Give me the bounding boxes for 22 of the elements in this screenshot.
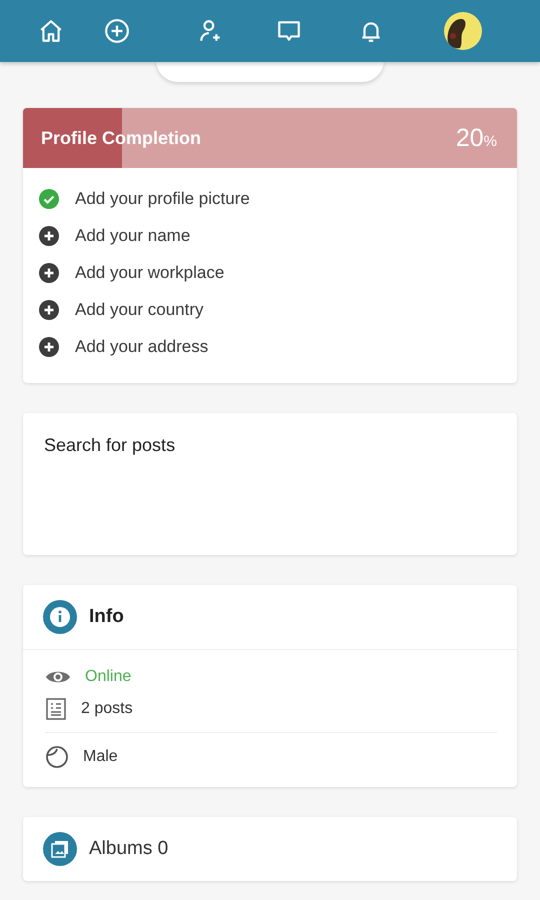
step-label: Add your profile picture <box>75 189 250 209</box>
plus-circle-icon <box>104 18 130 44</box>
info-text: Male <box>83 748 118 766</box>
home-nav-button[interactable] <box>38 18 64 44</box>
card-title: Info <box>89 606 124 628</box>
face-icon <box>45 745 69 769</box>
progress-percent: 20% <box>456 124 497 152</box>
info-text: Online <box>85 668 132 686</box>
step-label: Add your country <box>75 300 204 320</box>
info-text: 2 posts <box>81 700 133 718</box>
card-title: Albums 0 <box>89 838 168 860</box>
avatar[interactable] <box>444 12 482 50</box>
step-label: Add your workplace <box>75 263 224 283</box>
home-icon <box>38 18 64 44</box>
document-icon <box>45 698 67 720</box>
step-label: Add your name <box>75 226 190 246</box>
add-nav-button[interactable] <box>104 18 130 44</box>
info-icon <box>43 600 77 634</box>
card-title: Search for posts <box>44 435 176 455</box>
load-more-button[interactable] <box>156 60 384 82</box>
album-icon <box>43 832 77 866</box>
step-label: Add your address <box>75 337 208 357</box>
